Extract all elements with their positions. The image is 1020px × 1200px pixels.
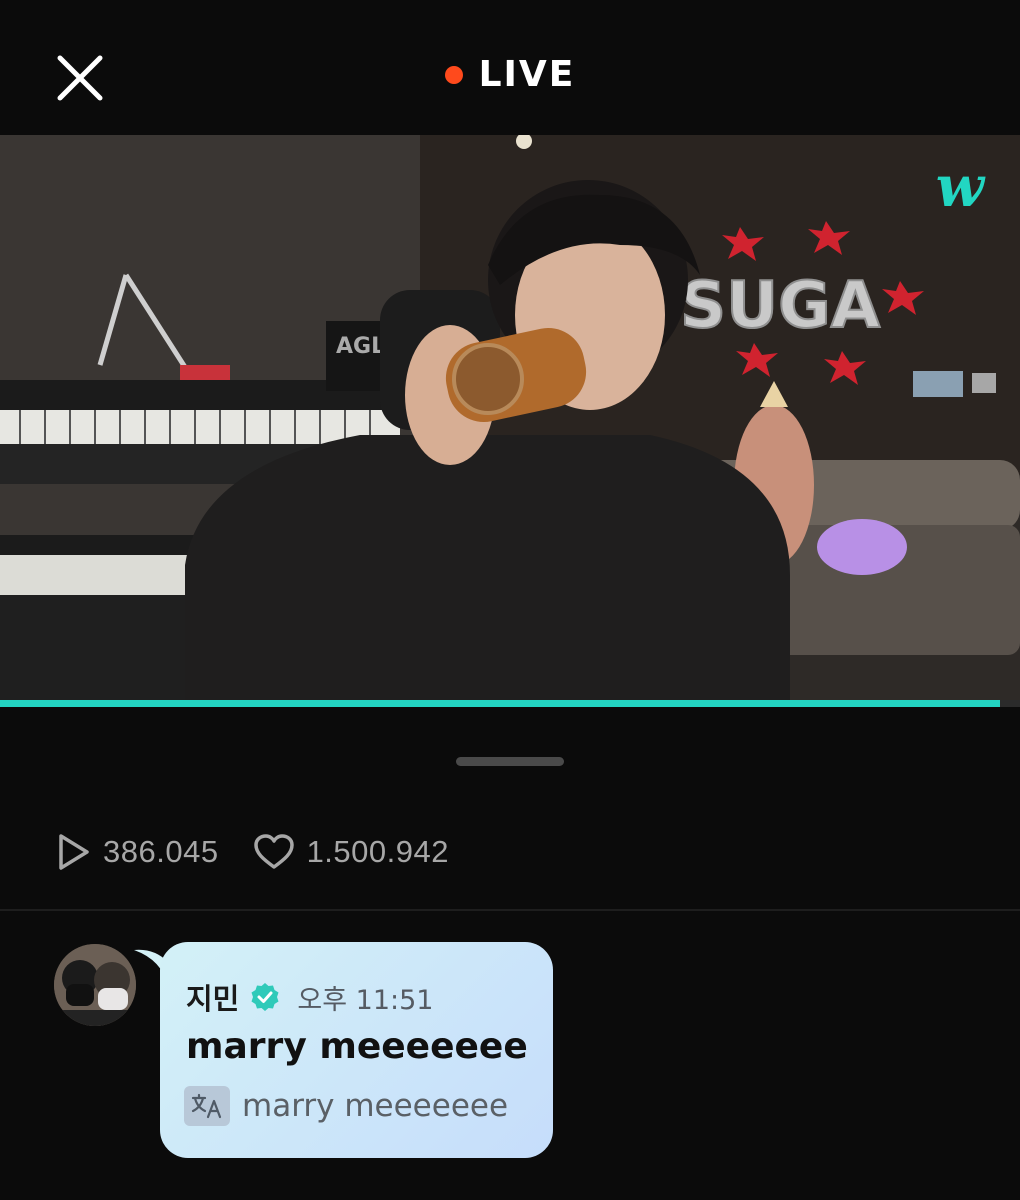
top-bar: LIVE — [0, 0, 1020, 135]
translation-row: marry meeeeeee — [184, 1086, 508, 1126]
divider — [0, 909, 1020, 911]
translate-icon[interactable] — [184, 1086, 230, 1126]
heart-icon[interactable] — [253, 833, 295, 871]
play-count: 386.045 — [55, 832, 219, 872]
keyboard-label: AGL — [336, 334, 385, 359]
verified-badge-icon — [251, 983, 279, 1011]
video-player[interactable]: AGL SUGA w — [0, 135, 1020, 701]
like-count[interactable]: 1.500.942 — [253, 833, 449, 871]
balloon-letters: SUGA — [680, 269, 881, 343]
comment-message: marry meeeeeee — [186, 1026, 528, 1067]
drag-handle[interactable] — [456, 757, 564, 766]
video-progress-bar[interactable] — [0, 700, 1020, 707]
brand-logo: w — [935, 154, 984, 220]
comment-author[interactable]: 지민 — [186, 976, 239, 1018]
play-icon — [59, 834, 89, 870]
comment-time: 오후 11:51 — [297, 984, 434, 1016]
live-indicator: LIVE — [0, 54, 1020, 95]
play-count-value: 386.045 — [103, 834, 219, 869]
video-frame: AGL SUGA — [0, 135, 1020, 701]
live-dot — [444, 65, 463, 84]
avatar[interactable] — [54, 944, 136, 1026]
video-progress-fill — [0, 700, 1000, 707]
comment-header: 지민 오후 11:51 — [186, 976, 433, 1018]
comment-translation: marry meeeeeee — [242, 1088, 509, 1124]
comment-bubble[interactable]: 지민 오후 11:51 marry meeeeeee marry meeeeee… — [160, 942, 553, 1158]
like-count-value: 1.500.942 — [306, 834, 449, 869]
stats-row: 386.045 1.500.942 — [55, 828, 483, 876]
live-label: LIVE — [478, 54, 576, 95]
